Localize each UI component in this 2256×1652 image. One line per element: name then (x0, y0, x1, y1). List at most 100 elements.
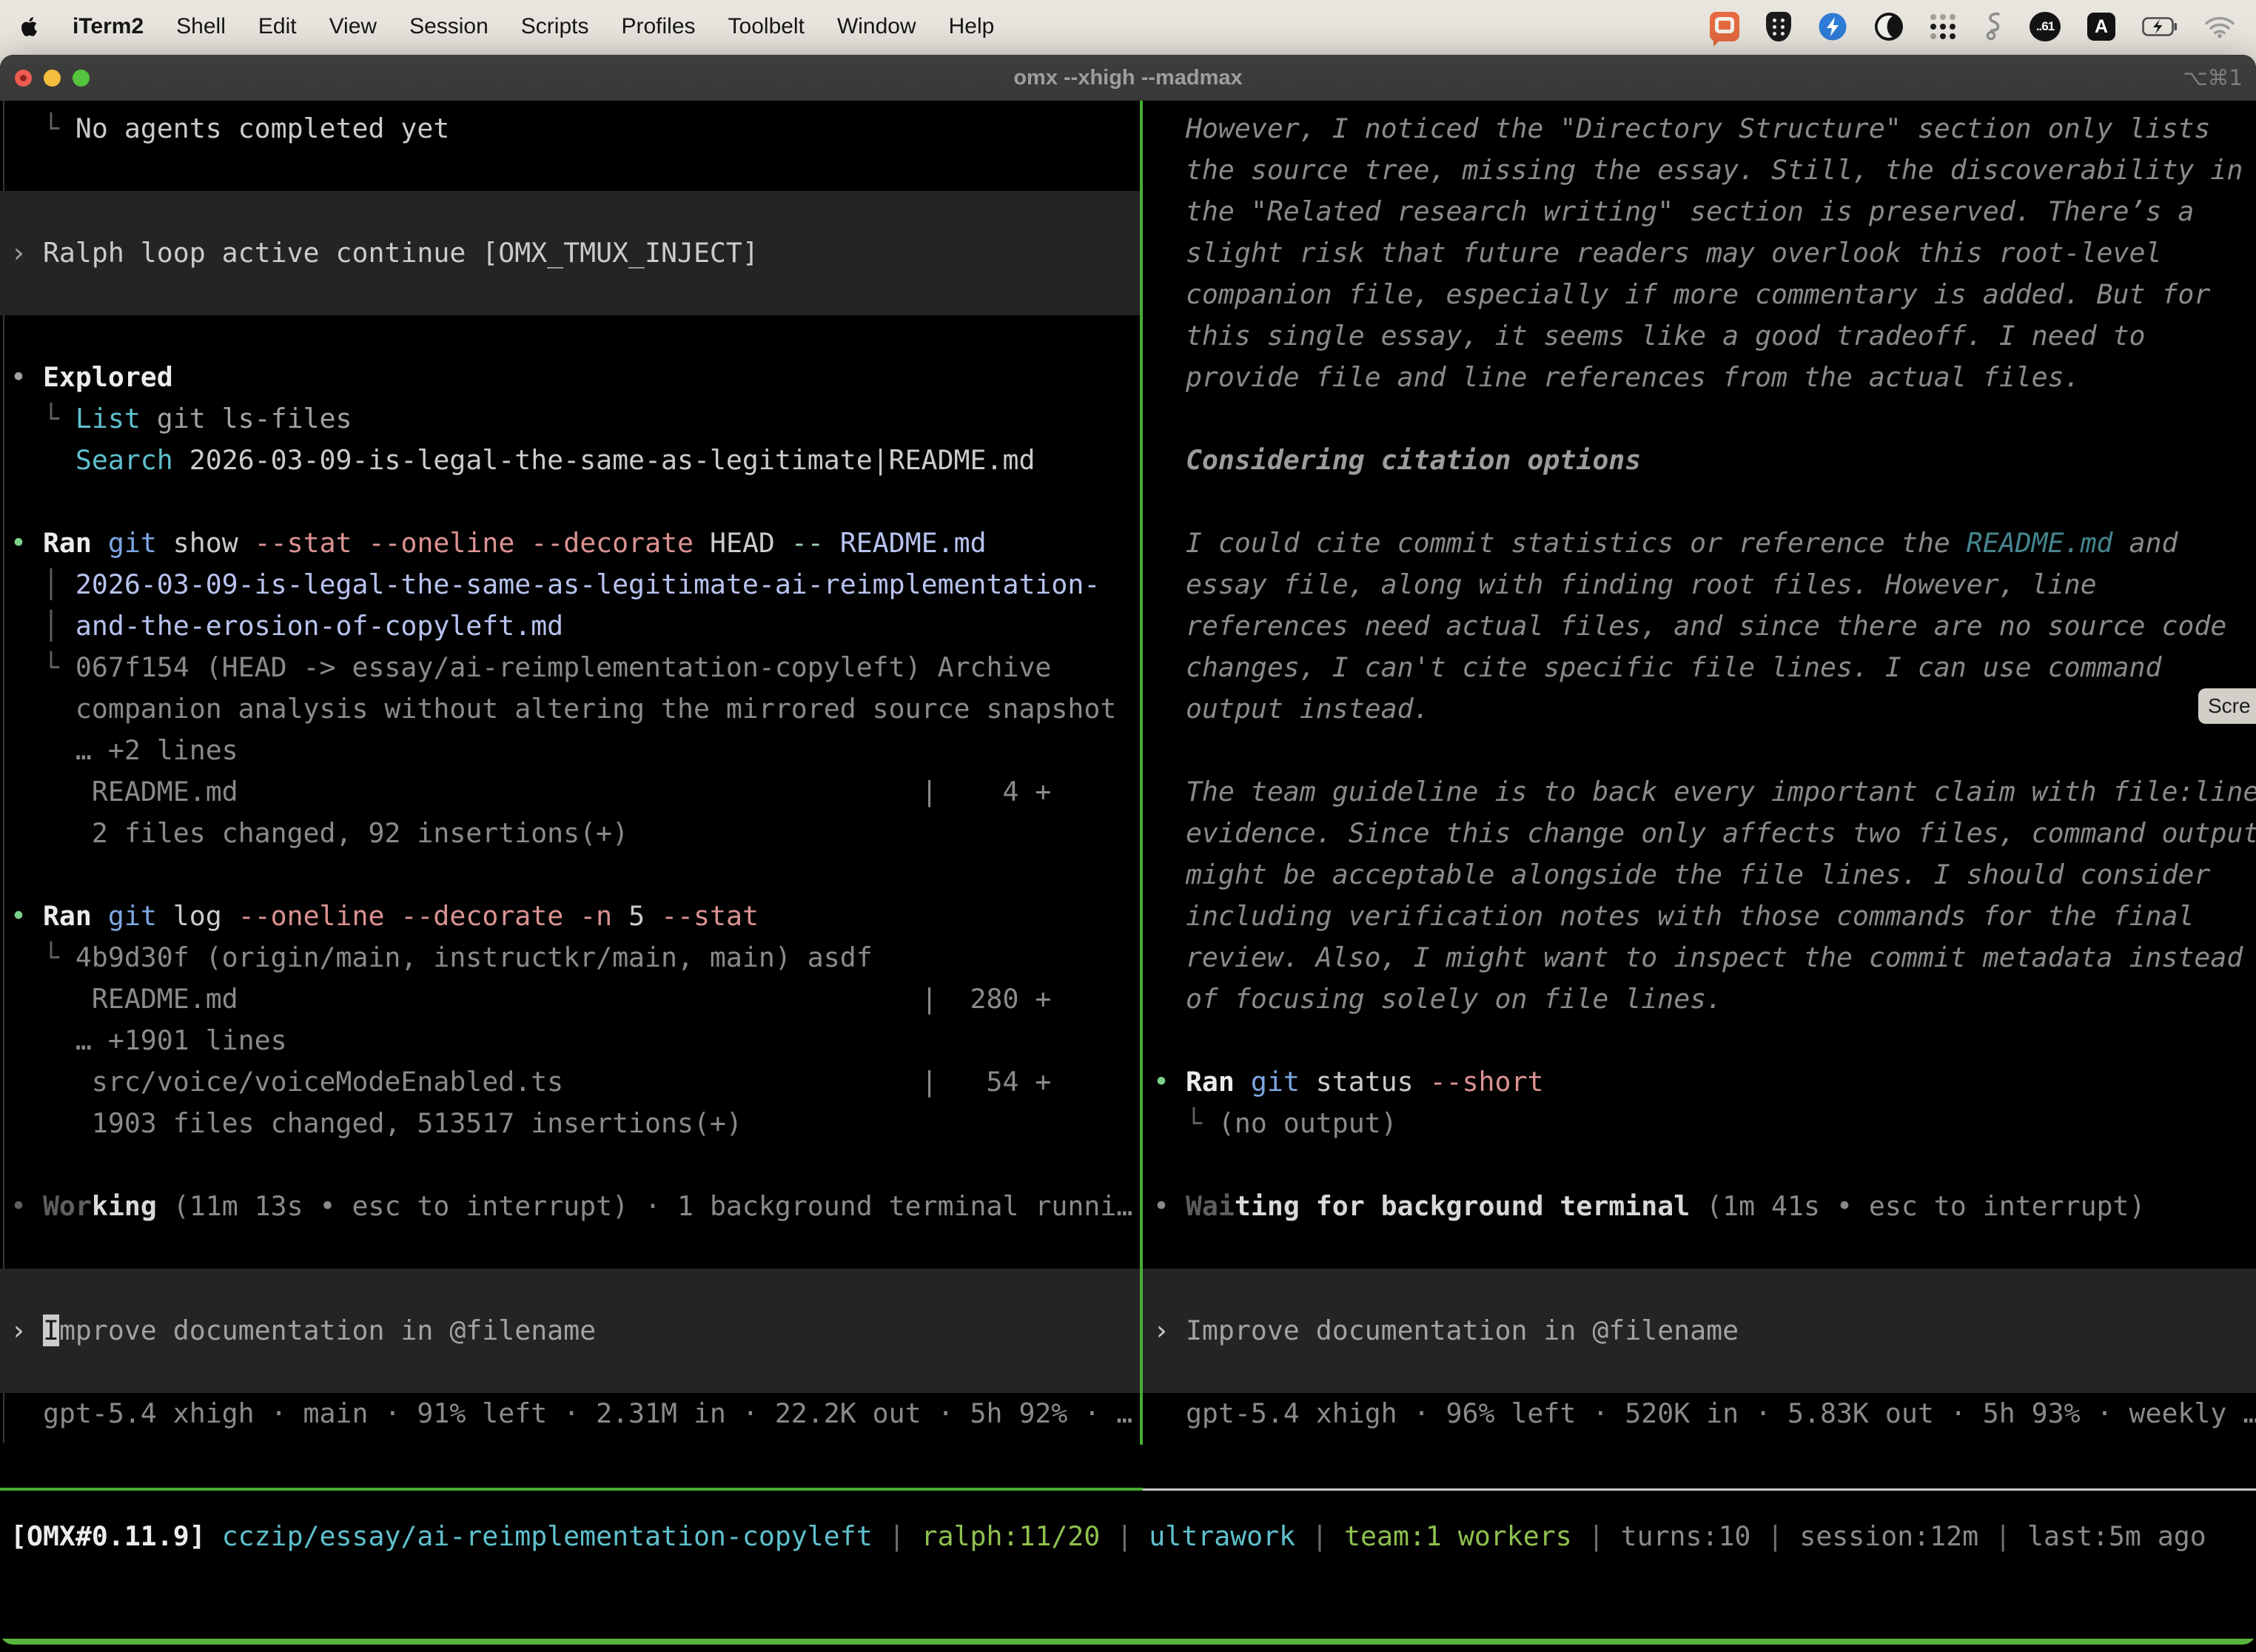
menu-item-shell[interactable]: Shell (176, 14, 226, 39)
text-segment: --stat (661, 900, 759, 932)
text-segment (1235, 1066, 1251, 1098)
text-segment (92, 900, 108, 932)
text-segment: | (1978, 1520, 2027, 1552)
text-segment: --stat (255, 527, 352, 559)
text-segment: │ (10, 610, 75, 642)
text-segment: README.md (840, 527, 987, 559)
terminal-line (0, 1269, 1140, 1310)
text-segment: └ (10, 651, 75, 683)
battery-icon[interactable] (2142, 17, 2178, 36)
text-segment: 2026-03-09-is-legal-the-same-as-legitima… (75, 568, 1100, 600)
bolt-glyph (1818, 12, 1847, 41)
omx-status-line: [OMX#0.11.9] cczip/essay/ai-reimplementa… (0, 1517, 2256, 1556)
prompt-input[interactable]: › Improve documentation in @filename (0, 1310, 1140, 1352)
text-segment: companion analysis without altering the … (10, 693, 1116, 725)
terminal-line: the "Related research writing" section i… (1143, 191, 2256, 232)
input-source-icon[interactable]: A (2087, 13, 2115, 41)
text-segment: changes, I can't cite specific file line… (1153, 651, 2161, 683)
text-segment: Explored (43, 361, 173, 393)
terminal-pane-right[interactable]: However, I noticed the "Directory Struct… (1143, 101, 2256, 1442)
terminal-line: … +2 lines (0, 730, 1140, 771)
text-segment: and-the-erosion-of-copyleft.md (75, 610, 563, 642)
terminal-line: of focusing solely on file lines. (1143, 978, 2256, 1020)
terminal-line: │ 2026-03-09-is-legal-the-same-as-legiti… (0, 564, 1140, 605)
text-segment: git (1251, 1066, 1300, 1098)
terminal-line: └ (no output) (1143, 1103, 2256, 1144)
terminal-line: output instead. (1143, 688, 2256, 730)
terminal-line (0, 191, 1140, 232)
text-segment: 2026-03-09-is-legal-the-same-as-legitima… (173, 444, 1035, 476)
terminal-line (1143, 730, 2256, 771)
terminal-pane-left[interactable]: └ No agents completed yet› Ralph loop ac… (0, 101, 1140, 1442)
text-segment: slight risk that future readers may over… (1153, 237, 2161, 269)
terminal-line: … +1901 lines (0, 1020, 1140, 1061)
terminal-line: the source tree, missing the essay. Stil… (1143, 150, 2256, 191)
text-segment: essay file, along with finding root file… (1153, 568, 2097, 600)
text-segment: --decorate (400, 900, 563, 932)
crescent-icon[interactable] (1874, 12, 1904, 41)
squiggle-icon[interactable] (1982, 11, 2003, 42)
wifi-icon[interactable] (2204, 15, 2235, 38)
terminal-line: review. Also, I might want to inspect th… (1143, 937, 2256, 978)
text-segment: git (108, 527, 157, 559)
terminal-line: • Explored (0, 357, 1140, 398)
text-segment: output instead. (1153, 693, 1430, 725)
window-title: omx --xhigh --madmax (0, 55, 2256, 101)
text-segment: However, I noticed the "Directory Struct… (1153, 113, 2210, 144)
chat-tail (1713, 38, 1722, 47)
text-segment: … +2 lines (10, 734, 238, 766)
text-segment: The team guideline is to back every impo… (1153, 776, 2256, 807)
terminal-line (0, 481, 1140, 523)
text-segment: › (1153, 1314, 1186, 1346)
battery-glyph (2142, 17, 2178, 36)
terminal-line (0, 1227, 1140, 1269)
menu-item-iterm2[interactable]: iTerm2 (73, 14, 144, 39)
menu-item-session[interactable]: Session (409, 14, 489, 39)
terminal-line: └ 067f154 (HEAD -> essay/ai-reimplementa… (0, 647, 1140, 688)
text-segment: • (10, 527, 43, 559)
text-segment: -- (791, 527, 824, 559)
text-segment: README.md (1967, 527, 2113, 559)
text-segment: this single essay, it seems like a good … (1153, 320, 2145, 352)
menu-item-edit[interactable]: Edit (258, 14, 297, 39)
blue-bolt-badge-icon[interactable] (1818, 12, 1847, 41)
text-segment: cczip/essay/ai-reimplementation-copyleft (222, 1520, 873, 1552)
text-segment: provide file and line references from th… (1153, 361, 2081, 393)
text-segment: status (1300, 1066, 1430, 1098)
menu-item-profiles[interactable]: Profiles (621, 14, 695, 39)
window-shortcut-badge: ⌥⌘1 (2183, 55, 2243, 101)
text-segment: • (10, 900, 43, 932)
terminal-line: 2 files changed, 92 insertions(+) (0, 813, 1140, 854)
text-segment: review. Also, I might want to inspect th… (1153, 941, 2243, 973)
text-segment: --oneline (238, 900, 385, 932)
percent-badge-icon[interactable]: ..61 (2030, 12, 2061, 41)
terminal-line: • Ran git show --stat --oneline --decora… (0, 523, 1140, 564)
text-segment: log (157, 900, 238, 932)
terminal-line: essay file, along with finding root file… (1143, 564, 2256, 605)
prompt-input[interactable]: › Improve documentation in @filename (1143, 1310, 2256, 1352)
terminal-line: evidence. Since this change only affects… (1143, 813, 2256, 854)
text-segment: I could cite commit statistics or refere… (1153, 527, 1967, 559)
menu-item-scripts[interactable]: Scripts (521, 14, 589, 39)
inactive-pane-bottom-border (1143, 1488, 2256, 1491)
text-segment: | (1100, 1520, 1149, 1552)
chat-icon[interactable] (1710, 12, 1739, 41)
text-segment (514, 527, 531, 559)
text-segment: --decorate (531, 527, 694, 559)
menu-item-view[interactable]: View (329, 14, 377, 39)
text-segment: Ran (1186, 1066, 1235, 1098)
terminal-line: might be acceptable alongside the file l… (1143, 854, 2256, 896)
menu-item-help[interactable]: Help (949, 14, 995, 39)
dots-grid-icon[interactable] (1930, 14, 1955, 39)
menu-item-toolbelt[interactable]: Toolbelt (728, 14, 805, 39)
text-segment: Wai (1186, 1190, 1235, 1222)
text-segment: the "Related research writing" section i… (1153, 195, 2194, 227)
shield-icon[interactable] (1766, 12, 1791, 41)
menubar-status-icons: ..61 A (1710, 11, 2235, 42)
terminal-line (1143, 1269, 2256, 1310)
terminal-line: • Ran git log --oneline --decorate -n 5 … (0, 896, 1140, 937)
apple-menu[interactable] (21, 16, 40, 38)
terminal-area: └ No agents completed yet› Ralph loop ac… (0, 101, 2256, 1443)
tmux-status-bar: [omx-cczip0:bash* "MacBook-Pro-44.local"… (0, 1639, 2256, 1645)
menu-item-window[interactable]: Window (837, 14, 916, 39)
